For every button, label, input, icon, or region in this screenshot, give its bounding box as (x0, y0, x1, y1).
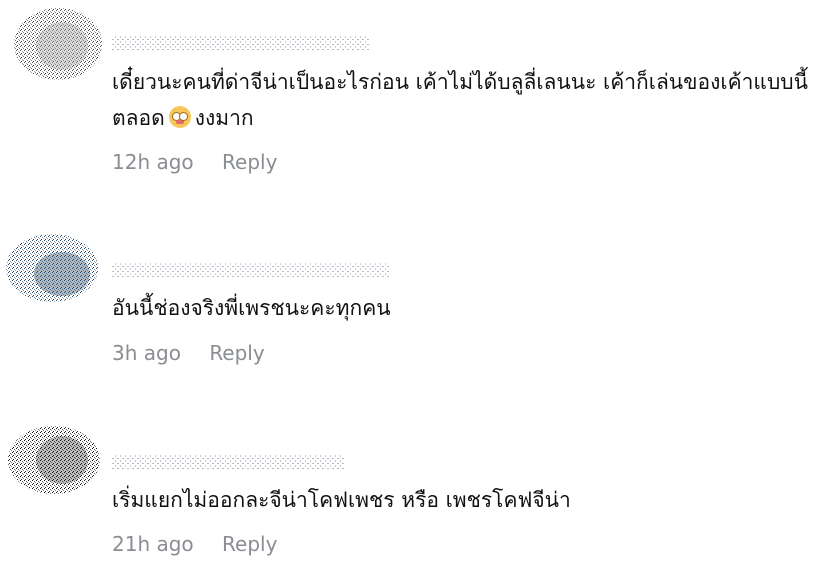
comment-meta: 12h ago Reply (112, 150, 277, 174)
reply-button[interactable]: Reply (222, 532, 277, 556)
blurred-name (112, 454, 344, 470)
blurred-name (112, 35, 370, 51)
timestamp: 3h ago (112, 341, 181, 365)
blurred-name (112, 262, 390, 278)
avatar-image (6, 234, 98, 302)
comment-item: เดี๋ยวนะคนที่ด่าจีน่าเป็นอะไรก่อน เค้าไม… (0, 0, 820, 190)
comment-item: เริ่มแยกไม่ออกละจีน่าโคฟเพชร หรือ เพชรโค… (0, 380, 820, 564)
comment-text: เริ่มแยกไม่ออกละจีน่าโคฟเพชร หรือ เพชรโค… (112, 482, 812, 518)
author-name[interactable] (112, 260, 390, 280)
comment-body: อันนี้ช่องจริงพี่เพรชนะคะทุกคน (112, 296, 391, 320)
flushed-face-emoji-icon (168, 106, 191, 128)
comment-item: อันนี้ช่องจริงพี่เพรชนะคะทุกคน 3h ago Re… (0, 190, 820, 380)
avatar[interactable] (4, 420, 100, 498)
timestamp: 21h ago (112, 532, 194, 556)
comment-text: อันนี้ช่องจริงพี่เพรชนะคะทุกคน (112, 290, 812, 326)
comment-tail: งงมาก (194, 106, 254, 130)
reply-button[interactable]: Reply (222, 150, 277, 174)
comment-body: เริ่มแยกไม่ออกละจีน่าโคฟเพชร หรือ เพชรโค… (112, 488, 571, 512)
timestamp: 12h ago (112, 150, 194, 174)
author-name[interactable] (112, 452, 344, 472)
comment-text: เดี๋ยวนะคนที่ด่าจีน่าเป็นอะไรก่อน เค้าไม… (112, 64, 812, 136)
comment-meta: 21h ago Reply (112, 532, 277, 556)
avatar[interactable] (4, 228, 100, 306)
avatar-image (14, 8, 102, 80)
avatar-image (8, 426, 100, 494)
author-name[interactable] (112, 33, 370, 53)
avatar[interactable] (8, 6, 104, 84)
comment-meta: 3h ago Reply (112, 341, 265, 365)
reply-button[interactable]: Reply (209, 341, 264, 365)
